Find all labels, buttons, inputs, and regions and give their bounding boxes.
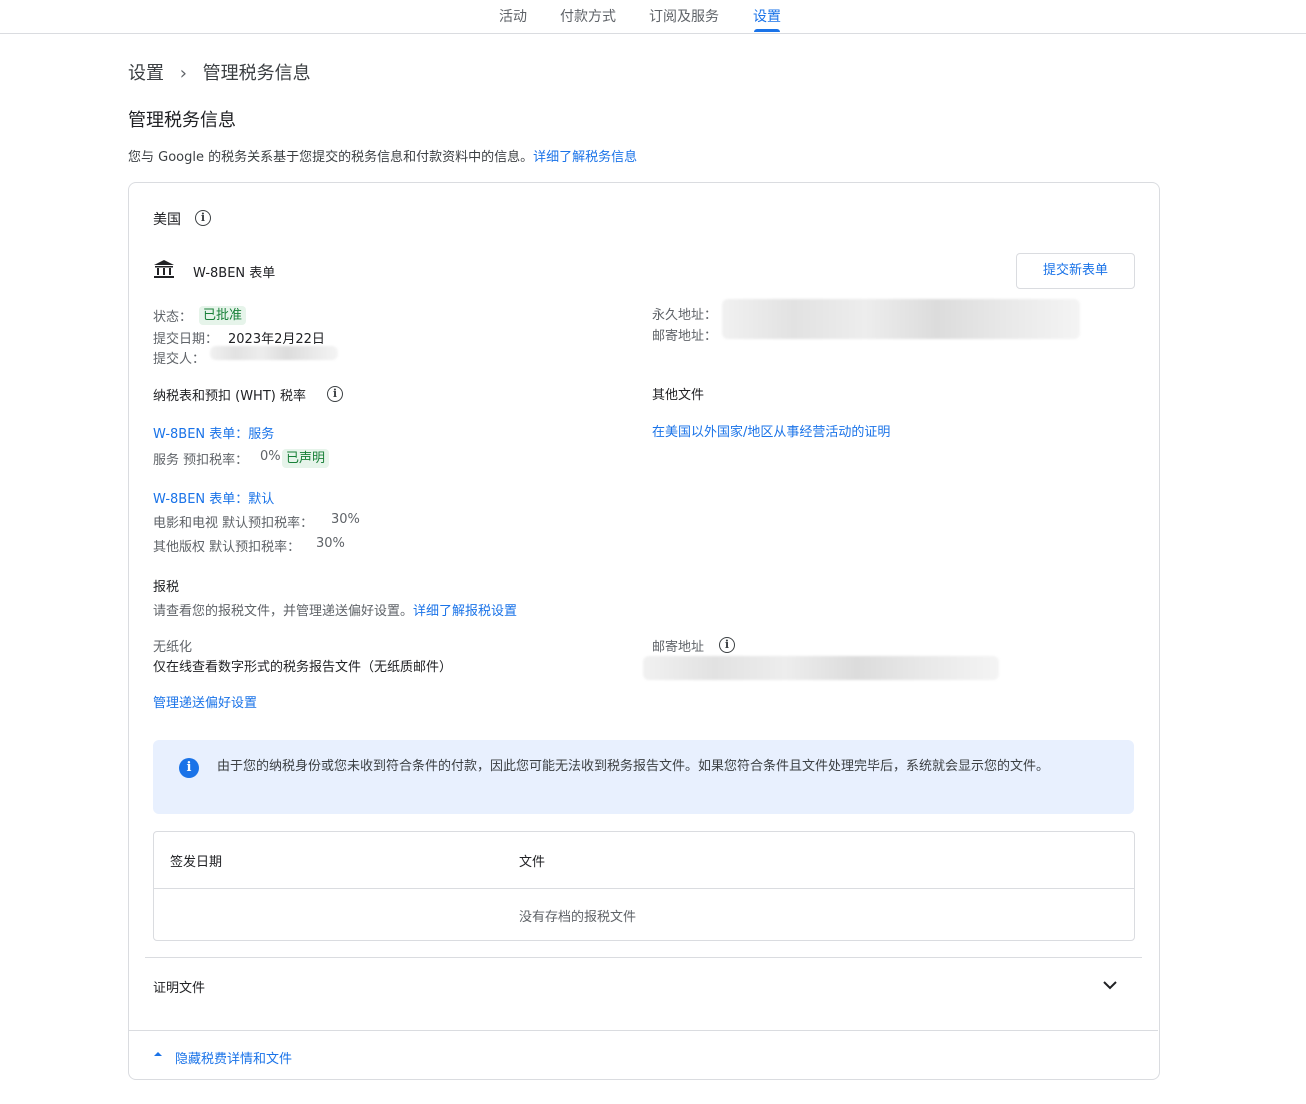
film-tv-rate-value: 30% bbox=[331, 512, 360, 527]
learn-tax-info-link[interactable]: 详细了解税务信息 bbox=[533, 150, 637, 165]
status-value: 已批准 bbox=[199, 306, 247, 325]
chevron-down-icon[interactable] bbox=[1102, 979, 1118, 991]
mailing-address-heading: 邮寄地址 bbox=[652, 640, 705, 655]
notice-text: 由于您的纳税身份或您未收到符合条件的付款，因此您可能无法收到税务报告文件。如果您… bbox=[217, 759, 1050, 774]
col-issue-date: 签发日期 bbox=[170, 855, 223, 870]
tab-subscriptions[interactable]: 订阅及服务 bbox=[649, 6, 719, 26]
submit-date-value: 2023年2月22日 bbox=[228, 332, 325, 347]
tax-reporting-heading: 报税 bbox=[153, 580, 180, 595]
manage-delivery-link[interactable]: 管理递送偏好设置 bbox=[153, 692, 257, 711]
other-royalties-rate-value: 30% bbox=[316, 536, 345, 551]
permanent-address-label: 永久地址： bbox=[652, 308, 718, 323]
w8ben-default-link[interactable]: W-8BEN 表单：默认 bbox=[153, 488, 274, 507]
status-label: 状态： bbox=[153, 310, 193, 325]
info-icon[interactable]: i bbox=[195, 210, 211, 226]
declared-badge: 已声明 bbox=[282, 447, 330, 468]
intro-description: 您与 Google 的税务关系基于您提交的税务信息和付款资料中的信息。 bbox=[128, 150, 534, 165]
submitter-redacted bbox=[210, 346, 338, 360]
status-badge: 已批准 bbox=[199, 304, 247, 325]
address-redacted bbox=[722, 299, 1080, 339]
wht-heading: 纳税表和预扣 (WHT) 税率 bbox=[153, 389, 306, 404]
breadcrumb-current: 管理税务信息 bbox=[202, 63, 311, 84]
table-empty-message: 没有存档的报税文件 bbox=[519, 910, 637, 925]
info-icon[interactable]: i bbox=[719, 637, 735, 653]
submit-new-form-button[interactable]: 提交新表单 bbox=[1016, 253, 1135, 289]
divider bbox=[145, 957, 1142, 958]
active-tab-indicator bbox=[754, 29, 780, 32]
info-icon[interactable]: i bbox=[327, 386, 343, 402]
caret-up-icon[interactable] bbox=[153, 1050, 163, 1058]
table-divider bbox=[154, 888, 1134, 889]
service-rate-label: 服务 预扣税率： bbox=[153, 453, 249, 468]
divider bbox=[129, 1030, 1158, 1031]
hide-tax-details-link[interactable]: 隐藏税费详情和文件 bbox=[175, 1048, 292, 1067]
business-outside-us-proof-link[interactable]: 在美国以外国家/地区从事经营活动的证明 bbox=[652, 421, 890, 440]
submit-date-label: 提交日期： bbox=[153, 332, 219, 347]
tab-settings[interactable]: 设置 bbox=[753, 6, 781, 26]
declared-badge-text: 已声明 bbox=[282, 449, 330, 468]
w8ben-service-link[interactable]: W-8BEN 表单：服务 bbox=[153, 423, 274, 442]
film-tv-rate-label: 电影和电视 默认预扣税率： bbox=[153, 516, 314, 531]
info-filled-icon: i bbox=[179, 758, 199, 778]
mailing-address-label: 邮寄地址： bbox=[652, 329, 718, 344]
tab-payment-methods[interactable]: 付款方式 bbox=[560, 6, 616, 26]
tax-reporting-desc: 请查看您的报税文件，并管理递送偏好设置。详细了解报税设置 bbox=[153, 600, 517, 619]
breadcrumb-settings[interactable]: 设置 bbox=[128, 63, 164, 84]
learn-tax-reporting-link[interactable]: 详细了解报税设置 bbox=[413, 604, 517, 619]
form-title: W-8BEN 表单 bbox=[193, 266, 276, 281]
col-file: 文件 bbox=[519, 855, 546, 870]
paperless-value: 仅在线查看数字形式的税务报告文件（无纸质邮件） bbox=[153, 660, 453, 675]
bank-icon bbox=[154, 260, 174, 278]
page-title: 管理税务信息 bbox=[128, 110, 236, 131]
top-nav: 活动 付款方式 订阅及服务 设置 bbox=[0, 0, 1306, 34]
intro-text: 您与 Google 的税务关系基于您提交的税务信息和付款资料中的信息。详细了解税… bbox=[128, 146, 637, 165]
certificates-label[interactable]: 证明文件 bbox=[153, 977, 205, 996]
info-notice: i 由于您的纳税身份或您未收到符合条件的付款，因此您可能无法收到税务报告文件。如… bbox=[153, 740, 1134, 814]
other-royalties-rate-label: 其他版权 默认预扣税率： bbox=[153, 540, 301, 555]
other-docs-heading: 其他文件 bbox=[652, 388, 705, 403]
tax-reporting-desc-text: 请查看您的报税文件，并管理递送偏好设置。 bbox=[153, 604, 414, 619]
country-label: 美国 bbox=[153, 212, 181, 228]
submitter-label: 提交人： bbox=[153, 352, 206, 367]
tab-activity[interactable]: 活动 bbox=[499, 6, 527, 26]
chevron-right-icon: › bbox=[179, 63, 187, 84]
service-rate-value: 0% bbox=[260, 449, 281, 464]
tax-documents-table: 签发日期 文件 没有存档的报税文件 bbox=[153, 831, 1135, 941]
mailing-address-redacted bbox=[643, 656, 999, 680]
breadcrumb: 设置 › 管理税务信息 bbox=[128, 59, 311, 85]
paperless-label: 无纸化 bbox=[153, 640, 193, 655]
